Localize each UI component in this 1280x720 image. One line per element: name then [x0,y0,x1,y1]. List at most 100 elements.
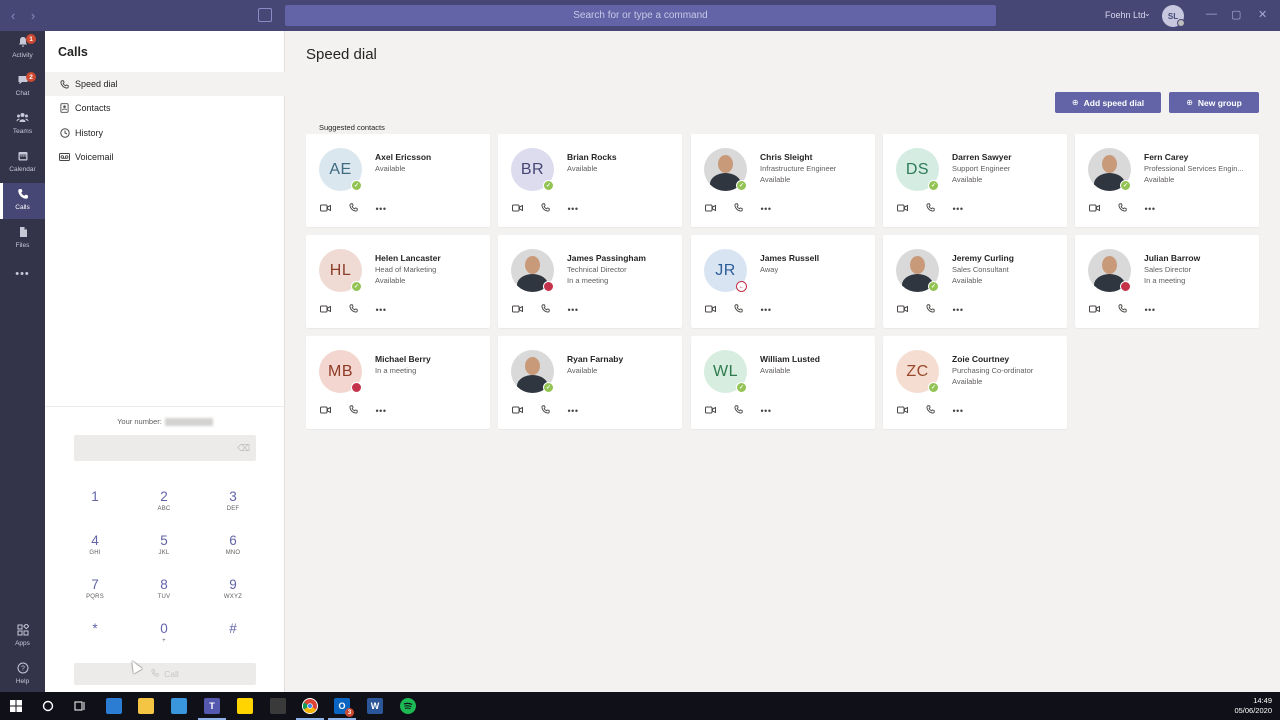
dial-number-input[interactable]: ⌫ [74,435,256,461]
more-options-icon[interactable]: ••• [1144,305,1156,315]
dial-key[interactable]: 1 [75,489,115,506]
app-activity[interactable]: Activity 1 [0,31,45,67]
app-icon[interactable] [270,698,286,714]
more-options-icon[interactable]: ••• [375,305,387,315]
video-call-icon[interactable] [704,204,716,214]
outlook-icon[interactable]: O 3 [328,698,356,720]
speed-dial-card[interactable]: JR ← James Russell Away ••• [691,235,875,328]
video-call-icon[interactable] [704,406,716,416]
nav-speed-dial[interactable]: Speed dial [45,72,285,96]
minimize-icon[interactable]: — [1206,8,1217,20]
audio-call-icon[interactable] [347,203,359,214]
nav-contacts[interactable]: Contacts [45,96,285,120]
chevron-down-icon[interactable]: ⌄ [1144,9,1151,18]
more-options-icon[interactable]: ••• [1144,204,1156,214]
speed-dial-card[interactable]: MB Michael Berry In a meeting ••• [306,336,490,429]
audio-call-icon[interactable] [539,405,551,416]
tenant-switcher[interactable]: Foehn Ltd [1105,10,1146,20]
video-call-icon[interactable] [511,305,523,315]
video-call-icon[interactable] [319,204,331,214]
audio-call-icon[interactable] [924,304,936,315]
windows-start-icon[interactable] [8,698,24,714]
audio-call-icon[interactable] [347,304,359,315]
store-icon[interactable] [171,698,187,714]
video-call-icon[interactable] [1088,305,1100,315]
dial-key[interactable]: 3 DEF [213,489,253,512]
video-call-icon[interactable] [511,204,523,214]
system-clock[interactable]: 14:49 05/06/2020 [1234,696,1272,716]
app-tile-icon[interactable] [106,698,122,714]
video-call-icon[interactable] [319,406,331,416]
app-help[interactable]: ? Help [0,657,45,693]
speed-dial-card[interactable]: Julian Barrow Sales Director In a meeting •… [1075,235,1259,328]
speed-dial-card[interactable]: ✓ Chris Sleight Infrastructure Engineer Ava… [691,134,875,227]
app-calls[interactable]: Calls [0,183,45,219]
video-call-icon[interactable] [1088,204,1100,214]
speed-dial-card[interactable]: ✓ Fern Carey Professional Services Engin..… [1075,134,1259,227]
speed-dial-card[interactable]: ✓ Jeremy Curling Sales Consultant Available… [883,235,1067,328]
dial-key[interactable]: 7 PQRS [75,577,115,600]
app-teams[interactable]: Teams [0,107,45,143]
maximize-icon[interactable]: ▢ [1231,8,1241,21]
backspace-icon[interactable]: ⌫ [237,443,250,454]
more-options-icon[interactable]: ••• [760,204,772,214]
compose-icon[interactable] [258,8,272,22]
add-speed-dial-button[interactable]: ⊕ Add speed dial [1055,92,1161,113]
teams-taskbar-icon[interactable]: T [198,698,226,720]
new-group-button[interactable]: ⊕ New group [1169,92,1259,113]
search-box[interactable]: Search for or type a command [285,5,996,26]
file-explorer-icon[interactable] [138,698,154,714]
dial-key[interactable]: 0 + [144,621,184,644]
back-arrow-icon[interactable]: ‹ [2,8,24,23]
more-options-icon[interactable]: ••• [567,406,579,416]
dial-key[interactable]: 4 GHI [75,533,115,556]
audio-call-icon[interactable] [539,304,551,315]
close-icon[interactable]: ✕ [1258,8,1267,21]
app-more[interactable]: ••• [0,259,45,295]
speed-dial-card[interactable]: BR ✓ Brian Rocks Available ••• [498,134,682,227]
more-options-icon[interactable]: ••• [760,406,772,416]
audio-call-icon[interactable] [1116,203,1128,214]
video-call-icon[interactable] [896,305,908,315]
more-options-icon[interactable]: ••• [375,406,387,416]
audio-call-icon[interactable] [732,405,744,416]
dial-key[interactable]: 6 MNO [213,533,253,556]
nav-voicemail[interactable]: Voicemail [45,145,285,169]
audio-call-icon[interactable] [347,405,359,416]
speed-dial-card[interactable]: ✓ Ryan Farnaby Available ••• [498,336,682,429]
forward-arrow-icon[interactable]: › [22,8,44,23]
audio-call-icon[interactable] [1116,304,1128,315]
dial-key[interactable]: * [75,621,115,638]
task-view-icon[interactable] [72,698,88,714]
word-icon[interactable]: W [367,698,383,714]
app-apps[interactable]: Apps [0,619,45,655]
app-calendar[interactable]: Calendar [0,145,45,181]
nav-history[interactable]: History [45,121,285,145]
more-options-icon[interactable]: ••• [952,305,964,315]
app-chat[interactable]: Chat 2 [0,69,45,105]
audio-call-icon[interactable] [732,304,744,315]
more-options-icon[interactable]: ••• [760,305,772,315]
spotify-icon[interactable] [400,698,416,714]
dial-key[interactable]: 2 ABC [144,489,184,512]
dial-key[interactable]: 9 WXYZ [213,577,253,600]
speed-dial-card[interactable]: DS ✓ Darren Sawyer Support Engineer Availabl… [883,134,1067,227]
audio-call-icon[interactable] [924,405,936,416]
audio-call-icon[interactable] [732,203,744,214]
video-call-icon[interactable] [511,406,523,416]
video-call-icon[interactable] [319,305,331,315]
chrome-icon[interactable] [296,698,324,720]
audio-call-icon[interactable] [539,203,551,214]
video-call-icon[interactable] [704,305,716,315]
speed-dial-card[interactable]: WL ✓ William Lusted Available ••• [691,336,875,429]
speed-dial-card[interactable]: ZC ✓ Zoie Courtney Purchasing Co-ordinator A… [883,336,1067,429]
more-options-icon[interactable]: ••• [952,406,964,416]
more-options-icon[interactable]: ••• [567,204,579,214]
dial-key[interactable]: # [213,621,253,638]
call-button[interactable]: Call [74,663,256,685]
video-call-icon[interactable] [896,406,908,416]
speed-dial-card[interactable]: HL ✓ Helen Lancaster Head of Marketing Avail… [306,235,490,328]
sticky-notes-icon[interactable] [237,698,253,714]
audio-call-icon[interactable] [924,203,936,214]
speed-dial-card[interactable]: James Passingham Technical Director In a m… [498,235,682,328]
